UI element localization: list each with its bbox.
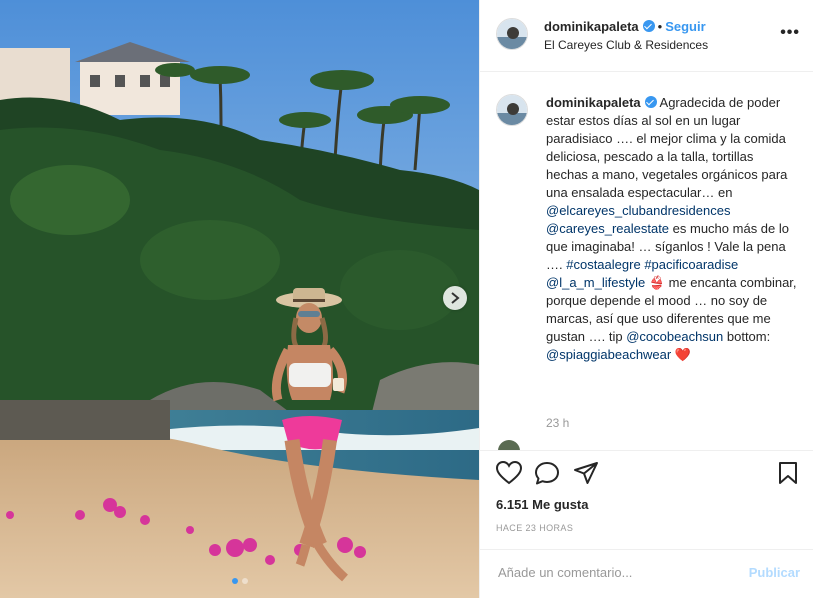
instagram-post: dominikapaleta • Seguir El Careyes Club & … (0, 0, 813, 598)
avatar[interactable] (496, 94, 528, 126)
bookmark-icon (779, 462, 797, 484)
publish-button[interactable]: Publicar (749, 565, 800, 580)
caption-text: Agradecida de poder estar estos días al … (546, 95, 788, 200)
post-actions: 6.151 Me gusta HACE 23 HORAS Publicar (480, 450, 813, 599)
caption-timestamp: 23 h (546, 416, 570, 430)
share-icon (574, 462, 598, 484)
post-sidebar: dominikapaleta • Seguir El Careyes Club & … (479, 0, 813, 598)
comment-icon (535, 462, 559, 485)
post-photo[interactable] (0, 0, 479, 598)
next-photo-button[interactable] (443, 286, 467, 310)
carousel-dot (231, 578, 238, 584)
avatar[interactable] (496, 18, 528, 50)
bikini-emoji: 👙 (648, 275, 665, 290)
chevron-right-icon (451, 292, 460, 304)
hashtag-link[interactable]: #pacificoaradise (644, 257, 738, 272)
comments-section: dominikapaleta Agradecida de poder estar… (480, 72, 813, 450)
mention-link[interactable]: @l_a_m_lifestyle (546, 275, 645, 290)
carousel-dot (241, 578, 248, 584)
comment-input[interactable] (496, 564, 730, 581)
carousel-indicator (0, 578, 479, 584)
heart-icon (495, 460, 523, 485)
post-time-ago: HACE 23 HORAS (496, 523, 574, 533)
location-link[interactable]: El Careyes Club & Residences (544, 38, 708, 52)
heart-emoji: ❤️ (674, 347, 692, 362)
caption-text: bottom: (723, 329, 771, 344)
mention-link[interactable]: @spiaggiabeachwear (546, 347, 671, 362)
post-caption: dominikapaleta Agradecida de poder estar… (546, 94, 798, 364)
like-button[interactable] (495, 460, 523, 490)
verified-badge-icon (644, 96, 657, 108)
more-options-icon[interactable]: ••• (780, 24, 800, 42)
comment-button[interactable] (534, 461, 560, 490)
beach-photo (0, 0, 479, 598)
mention-link[interactable]: @elcareyes_clubandresidences (546, 203, 730, 218)
mention-link[interactable]: @careyes_realestate (546, 221, 669, 236)
share-button[interactable] (573, 461, 599, 490)
verified-badge-icon (642, 20, 655, 32)
likes-count[interactable]: 6.151 Me gusta (496, 497, 589, 512)
add-comment-bar: Publicar (480, 549, 813, 599)
avatar[interactable] (498, 440, 520, 450)
caption-username[interactable]: dominikapaleta (546, 95, 641, 110)
post-header: dominikapaleta • Seguir El Careyes Club & … (480, 0, 813, 72)
hashtag-link[interactable]: #costaalegre (566, 257, 640, 272)
mention-link[interactable]: @cocobeachsun (626, 329, 723, 344)
separator-dot: • (657, 19, 663, 34)
follow-button[interactable]: Seguir (665, 19, 705, 34)
post-author: dominikapaleta • Seguir (544, 19, 706, 34)
save-button[interactable] (778, 461, 798, 490)
username-link[interactable]: dominikapaleta (544, 19, 639, 34)
